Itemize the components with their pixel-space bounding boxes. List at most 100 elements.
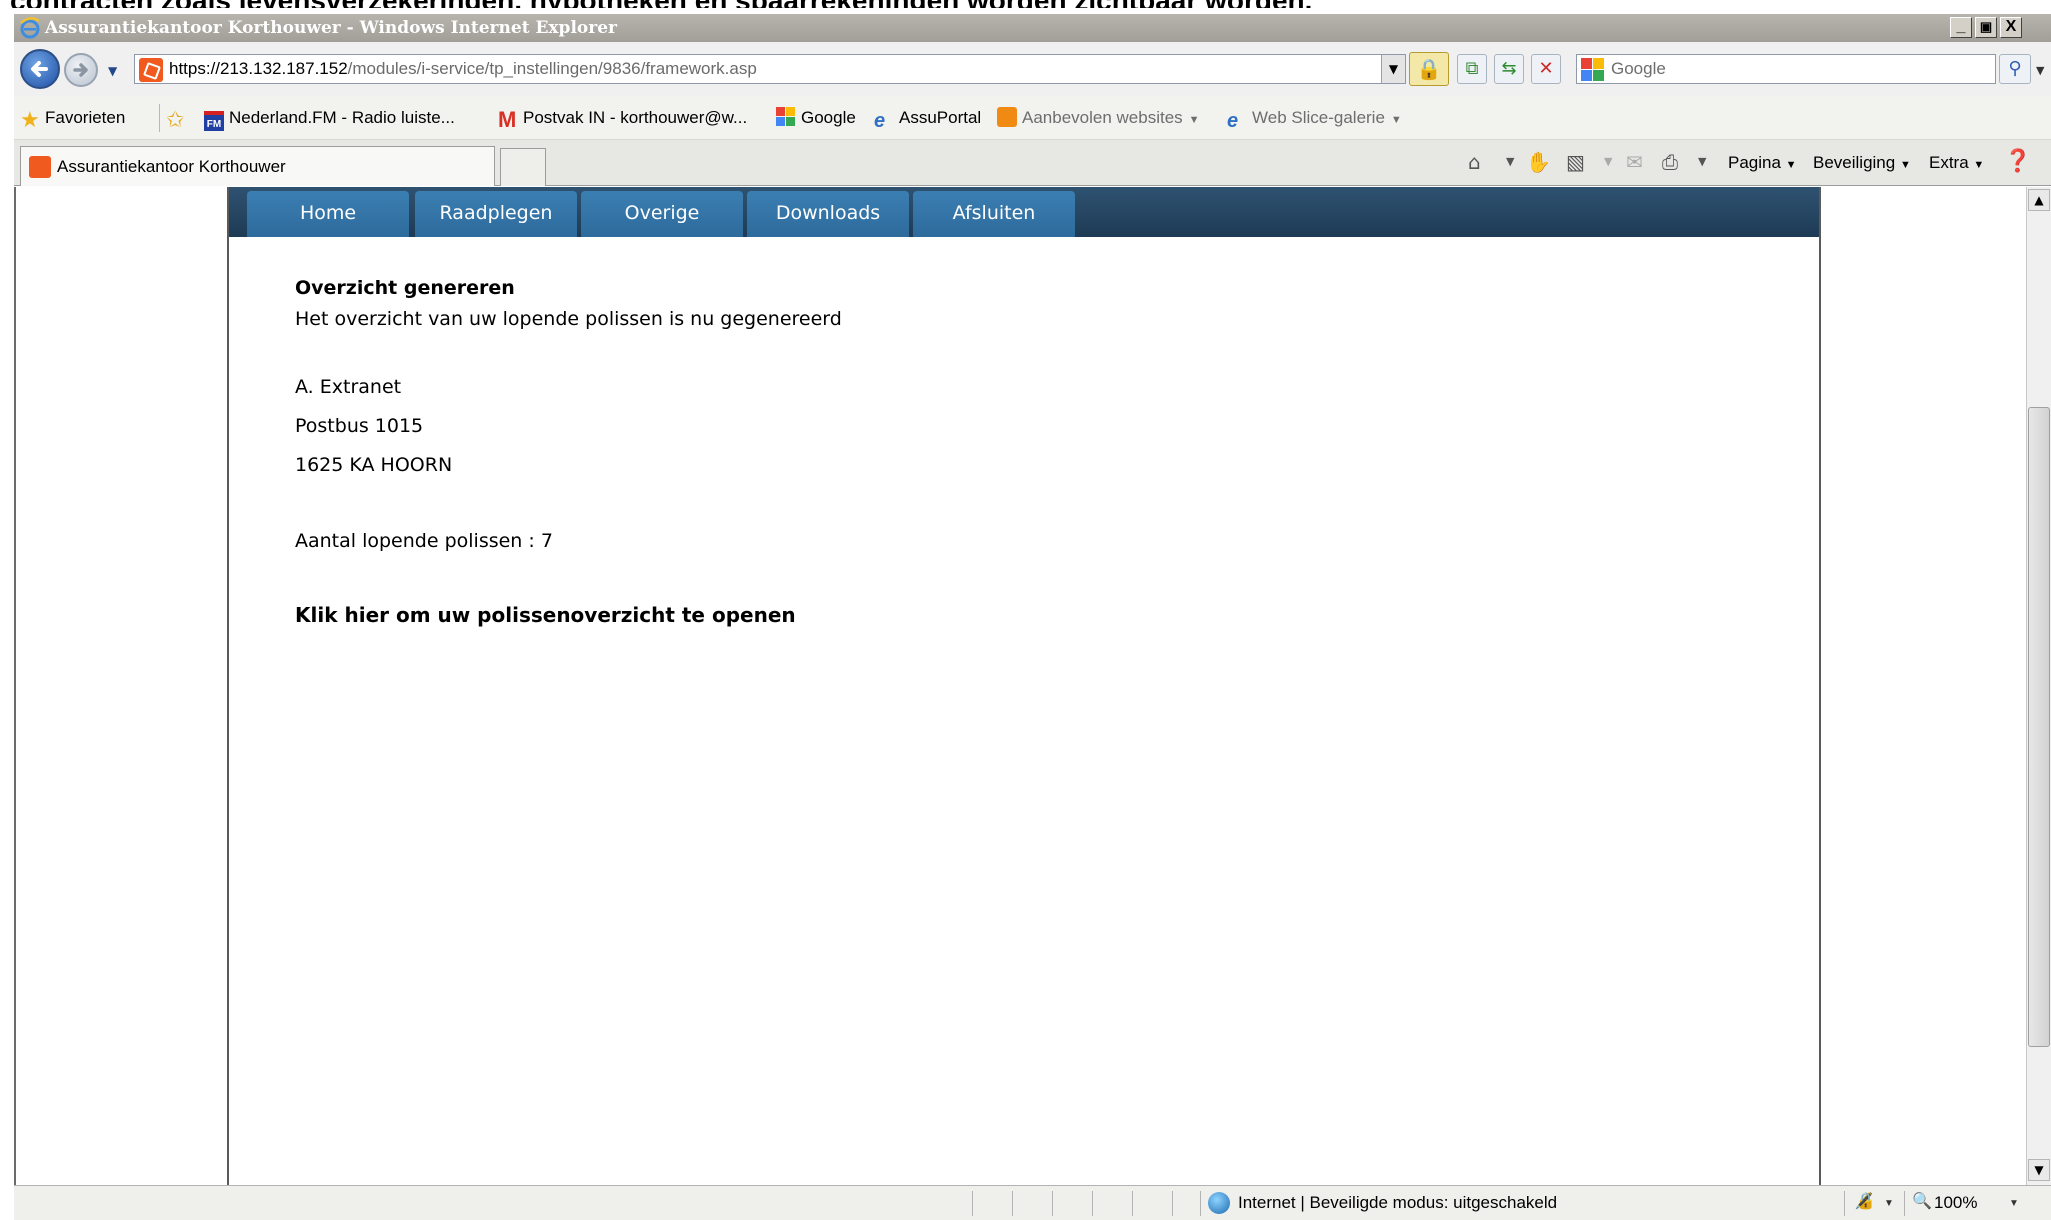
status-divider — [1052, 1191, 1053, 1216]
forward-arrow-icon — [73, 63, 88, 77]
url-text[interactable]: https://213.132.187.152/modules/i-servic… — [169, 58, 757, 80]
status-divider — [972, 1191, 973, 1216]
nav-home[interactable]: Home — [247, 191, 409, 237]
google-search-provider-icon — [1581, 58, 1604, 81]
page-menu-label: Pagina — [1728, 153, 1781, 172]
favorite-label: Google — [801, 108, 856, 127]
site-favicon-icon — [29, 156, 51, 178]
forward-button[interactable] — [64, 53, 98, 87]
favorites-label: Favorieten — [45, 108, 126, 127]
favorites-star-icon: ★ — [20, 107, 40, 132]
scroll-up-arrow-icon[interactable]: ▲ — [2028, 189, 2050, 211]
tools-menu[interactable]: Extra ▼ — [1929, 152, 1984, 176]
dropdown-caret-icon: ▼ — [1785, 159, 1797, 171]
back-button[interactable] — [20, 49, 60, 89]
favorites-button[interactable]: ★ Favorieten — [20, 107, 126, 132]
zoom-dropdown-icon[interactable]: ▼ — [2009, 1192, 2019, 1216]
favorite-link-nederland-fm[interactable]: FM Nederland.FM - Radio luiste... — [204, 107, 455, 131]
page-viewport: Home Raadplegen Overige Downloads Afslui… — [14, 187, 2026, 1185]
search-options-dropdown[interactable]: ▼ — [2036, 64, 2044, 77]
vertical-scrollbar[interactable]: ▲ ▼ — [2026, 187, 2051, 1185]
window-title-bar: Assurantiekantoor Korthouwer - Windows I… — [14, 14, 2051, 42]
nav-raadplegen[interactable]: Raadplegen — [415, 191, 577, 237]
favorite-label: Web Slice-galerie — [1252, 108, 1385, 127]
hand-icon[interactable]: ✋ — [1526, 150, 1551, 174]
tab-assurantiekantoor[interactable]: Assurantiekantoor Korthouwer — [20, 146, 495, 186]
new-tab-button[interactable] — [500, 148, 546, 186]
page-heading: Overzicht genereren — [295, 277, 515, 299]
dropdown-caret-icon[interactable]: ▼ — [1884, 1192, 1894, 1216]
stop-icon[interactable]: ✕ — [1531, 54, 1561, 84]
address-toolbar: ▼ https://213.132.187.152/modules/i-serv… — [14, 42, 2051, 96]
url-host: https://213.132.187.152 — [169, 59, 348, 78]
status-divider — [1092, 1191, 1093, 1216]
dropdown-caret-icon[interactable]: ▼ — [1506, 150, 1514, 174]
dropdown-caret-icon: ▼ — [1188, 114, 1200, 126]
search-placeholder: Google — [1611, 59, 1666, 78]
radio-fm-icon: FM — [204, 111, 224, 131]
open-overview-link[interactable]: Klik hier om uw polissenoverzicht te ope… — [295, 603, 796, 627]
address-line-1: Postbus 1015 — [295, 415, 424, 437]
favorite-link-suggested-sites[interactable]: Aanbevolen websites ▼ — [997, 107, 1200, 131]
dropdown-caret-icon[interactable]: ▼ — [1698, 150, 1706, 174]
help-icon[interactable]: ❓ — [2004, 150, 2031, 174]
refresh-icon[interactable]: ⇆ — [1494, 54, 1524, 84]
address-bar[interactable]: https://213.132.187.152/modules/i-servic… — [134, 54, 1406, 84]
dropdown-caret-icon: ▼ — [1899, 159, 1911, 171]
nav-afsluiten[interactable]: Afsluiten — [913, 191, 1075, 237]
cutoff-caption: contracten zoals levensverzekeringen, hy… — [10, 0, 1510, 8]
site-page: Home Raadplegen Overige Downloads Afslui… — [227, 187, 1821, 1185]
favorite-link-google[interactable]: Google — [776, 107, 856, 129]
favorite-label: Aanbevolen websites — [1022, 108, 1183, 127]
google-icon — [776, 107, 795, 126]
nav-downloads[interactable]: Downloads — [747, 191, 909, 237]
zoom-level[interactable]: 100% — [1934, 1193, 1977, 1213]
add-to-favorites-button[interactable]: ✩ — [166, 107, 191, 131]
status-bar: Internet | Beveiligde modus: uitgeschake… — [14, 1185, 2051, 1220]
recent-pages-dropdown[interactable]: ▼ — [108, 64, 117, 78]
scrollbar-thumb[interactable] — [2028, 407, 2050, 1047]
status-divider — [1200, 1191, 1201, 1216]
home-icon[interactable]: ⌂ — [1468, 150, 1481, 174]
security-zone-text: Internet | Beveiligde modus: uitgeschake… — [1238, 1193, 1558, 1212]
search-box[interactable]: Google — [1576, 54, 1996, 84]
tools-menu-label: Extra — [1929, 153, 1969, 172]
ie-page-icon: e — [874, 110, 886, 132]
favorite-label: Nederland.FM - Radio luiste... — [229, 108, 455, 127]
minimize-button[interactable]: _ — [1950, 17, 1972, 38]
favorite-link-web-slice-gallery[interactable]: e Web Slice-galerie ▼ — [1227, 107, 1402, 131]
protected-mode-icon[interactable]: 🔏 — [1854, 1190, 1874, 1214]
favorites-bar: ★ Favorieten ✩ FM Nederland.FM - Radio lui… — [14, 96, 2051, 140]
status-divider — [1844, 1191, 1845, 1216]
compatibility-view-icon[interactable]: ⧉ — [1457, 54, 1487, 84]
divider — [159, 104, 160, 132]
ie-page-icon: e — [1227, 110, 1239, 132]
rss-feed-icon[interactable]: ▧ — [1566, 150, 1585, 174]
address-dropdown-button[interactable]: ▼ — [1381, 55, 1405, 83]
status-divider — [1132, 1191, 1133, 1216]
favorite-link-gmail[interactable]: M Postvak IN - korthouwer@w... — [498, 107, 748, 131]
mail-icon[interactable]: ✉ — [1626, 150, 1643, 174]
safety-menu[interactable]: Beveiliging ▼ — [1813, 152, 1911, 176]
zoom-icon[interactable]: 🔍 — [1912, 1190, 1932, 1214]
page-menu[interactable]: Pagina ▼ — [1728, 152, 1797, 176]
print-icon[interactable]: ⎙ — [1662, 150, 1678, 174]
url-path: /modules/i-service/tp_instellingen/9836/… — [347, 59, 757, 78]
close-window-button[interactable]: X — [2000, 17, 2022, 38]
security-lock-icon[interactable]: 🔒 — [1409, 52, 1449, 86]
tab-title: Assurantiekantoor Korthouwer — [57, 157, 286, 176]
favorite-link-assuportal[interactable]: e AssuPortal — [874, 107, 981, 131]
site-navigation: Home Raadplegen Overige Downloads Afslui… — [229, 187, 1819, 237]
search-icon[interactable]: ⚲ — [1999, 54, 2031, 84]
status-divider — [1904, 1191, 1905, 1216]
nav-overige[interactable]: Overige — [581, 191, 743, 237]
restore-button[interactable]: ▣ — [1975, 17, 1997, 38]
scroll-down-arrow-icon[interactable]: ▼ — [2028, 1159, 2050, 1181]
internet-zone-icon — [1208, 1192, 1230, 1214]
address-name: A. Extranet — [295, 376, 402, 398]
window-title: Assurantiekantoor Korthouwer - Windows I… — [45, 18, 617, 38]
policy-count: Aantal lopende polissen : 7 — [295, 530, 553, 552]
favorite-label: Postvak IN - korthouwer@w... — [523, 108, 748, 127]
dropdown-caret-icon[interactable]: ▼ — [1604, 150, 1612, 174]
status-divider — [1012, 1191, 1013, 1216]
